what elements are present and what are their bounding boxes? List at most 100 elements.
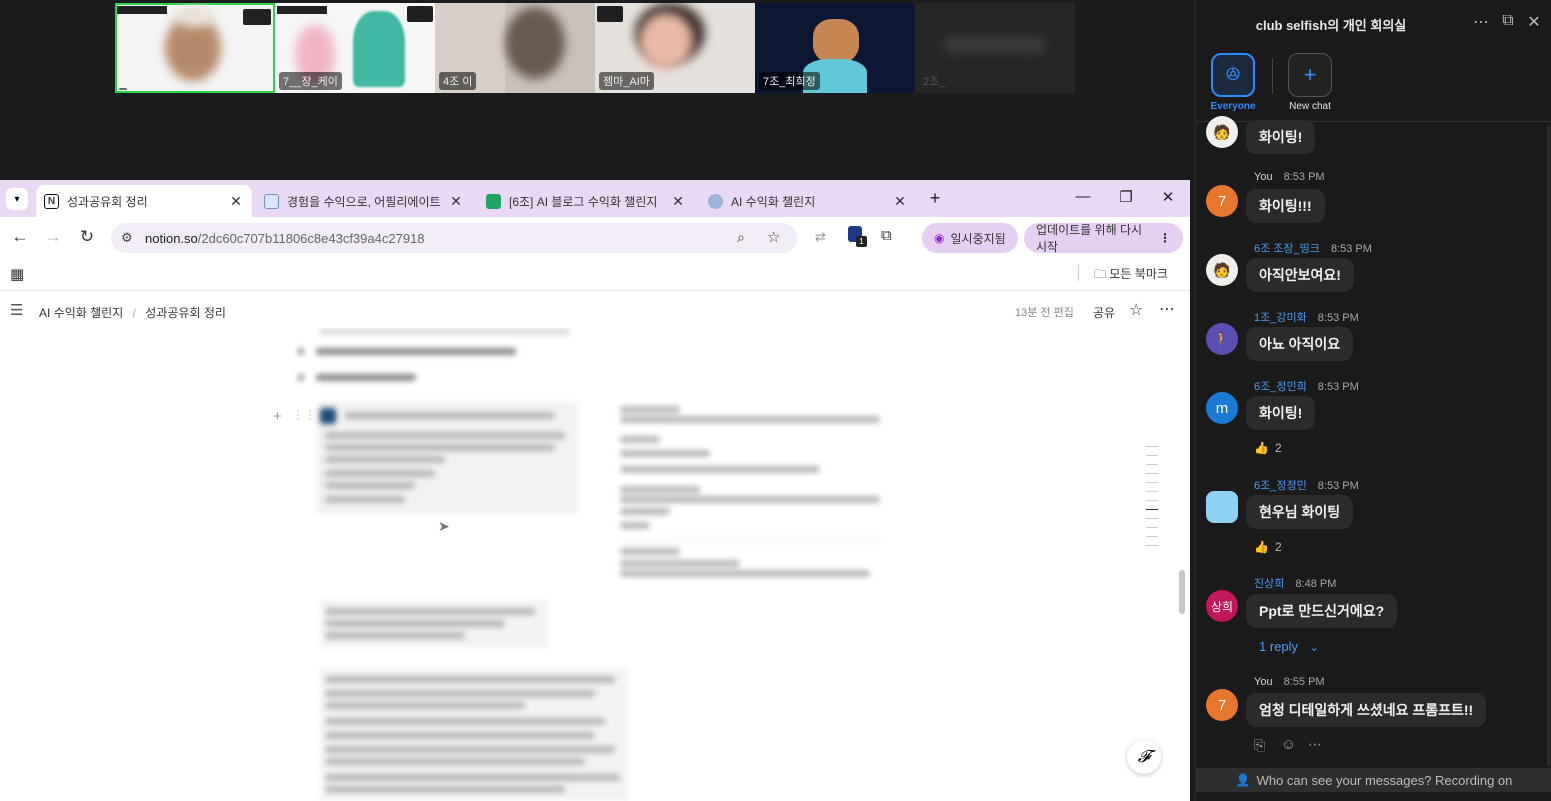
folder-icon: 🗀 bbox=[1094, 267, 1107, 281]
puzzle-icon[interactable]: ⧉ bbox=[881, 227, 892, 244]
hamburger-icon[interactable]: ☰ bbox=[10, 301, 23, 319]
address-bar[interactable]: ⚙ notion.so/2dc60c707b11806c8e43cf39a4c2… bbox=[111, 223, 797, 253]
close-icon[interactable]: ✕ bbox=[892, 193, 908, 210]
extension-badge: 1 bbox=[856, 236, 867, 247]
add-block-icon[interactable]: + bbox=[273, 408, 282, 425]
message-bubble[interactable]: Ppt로 만드신거에요? bbox=[1246, 594, 1398, 628]
message-meta: 1조_강미화 8:53 PM bbox=[1254, 309, 1359, 325]
back-button[interactable]: ← bbox=[10, 227, 30, 247]
add-reaction-icon[interactable]: ☺ bbox=[1281, 736, 1296, 753]
bookmarks-bar: ▦ 🗀 모든 북마크 bbox=[0, 257, 1190, 291]
tab-affiliate[interactable]: 경험을 수익으로, 어필리에이트 ✕ bbox=[256, 185, 472, 217]
privacy-notice[interactable]: 👤 Who can see your messages? Recording o… bbox=[1196, 768, 1551, 792]
timestamp: 8:55 PM bbox=[1283, 676, 1325, 688]
more-options-icon[interactable]: ⋯ bbox=[1471, 12, 1491, 32]
message-bubble[interactable]: 엄청 디테일하게 쓰셨네요 프롬프트!! bbox=[1246, 693, 1487, 727]
person-photo-icon: 🚶 bbox=[1213, 331, 1231, 346]
user-lock-icon: 👤 bbox=[1235, 773, 1251, 787]
new-chat-button[interactable]: + bbox=[1288, 53, 1332, 97]
message-meta: 6조_정민희 8:53 PM bbox=[1254, 378, 1359, 394]
avatar[interactable]: m bbox=[1206, 392, 1238, 424]
tab-performance-share[interactable]: N 성과공유회 정리 ✕ bbox=[36, 185, 252, 217]
avatar[interactable] bbox=[1206, 491, 1238, 523]
message-bubble[interactable]: 화이팅! bbox=[1246, 120, 1316, 154]
outline-minimap[interactable] bbox=[1146, 438, 1158, 618]
zoom-icon[interactable]: ⌕ bbox=[737, 229, 745, 246]
sender-name[interactable]: 진상희 bbox=[1254, 578, 1284, 590]
notion-icon: N bbox=[44, 193, 59, 209]
video-tile[interactable]: 7__장_케이 bbox=[275, 3, 435, 93]
avatar[interactable]: 🧑 bbox=[1206, 116, 1238, 148]
apps-grid-icon[interactable]: ▦ bbox=[10, 265, 24, 283]
video-tile[interactable]: 젬마_AI마 bbox=[595, 3, 755, 93]
share-button[interactable]: 공유 bbox=[1093, 304, 1115, 321]
message-bubble[interactable]: 화이팅!!! bbox=[1246, 189, 1325, 223]
tab-title: [6조] AI 블로그 수익화 챌린지 bbox=[509, 194, 658, 209]
all-bookmarks-button[interactable]: 🗀 모든 북마크 bbox=[1094, 265, 1168, 286]
star-icon[interactable]: ☆ bbox=[767, 228, 780, 246]
video-tile[interactable]: 2조_ bbox=[915, 3, 1075, 93]
message-bubble[interactable]: 아직안보여요! bbox=[1246, 258, 1354, 292]
timestamp: 8:48 PM bbox=[1295, 578, 1337, 590]
avatar[interactable]: 상희 bbox=[1206, 590, 1238, 622]
avatar[interactable]: 7 bbox=[1206, 689, 1238, 721]
sender-name[interactable]: 6조_정민희 bbox=[1254, 381, 1307, 393]
profile-paused-button[interactable]: ◉ 일시중지됨 bbox=[922, 223, 1018, 253]
privacy-notice-text: Who can see your messages? Recording on bbox=[1256, 772, 1513, 788]
video-tile[interactable]: 7조_최희정 bbox=[755, 3, 915, 93]
close-icon[interactable]: ✕ bbox=[1524, 12, 1544, 32]
avatar[interactable]: 🧑 bbox=[1206, 254, 1238, 286]
pop-out-icon[interactable]: ⧉ bbox=[1498, 12, 1518, 30]
site-settings-icon[interactable]: ⚙ bbox=[121, 230, 133, 246]
message-meta: 6조 조장_띵크 8:53 PM bbox=[1254, 240, 1372, 256]
close-icon[interactable]: ✕ bbox=[448, 193, 464, 210]
video-strip: 7__장_케이 4조 이 젬마_AI마 7조_최희정 2조_ bbox=[115, 3, 1075, 93]
close-icon[interactable]: ✕ bbox=[670, 193, 686, 210]
tab-blog-challenge[interactable]: [6조] AI 블로그 수익화 챌린지 ✕ bbox=[478, 185, 694, 217]
message-meta: You 8:55 PM bbox=[1254, 676, 1325, 688]
profile-icon: ◉ bbox=[934, 231, 945, 245]
breadcrumb-item[interactable]: AI 수익화 챌린지 bbox=[39, 306, 123, 320]
more-actions-icon[interactable]: ⋯ bbox=[1308, 736, 1322, 753]
chevron-down-icon: ⌄ bbox=[1309, 642, 1319, 654]
replies-link[interactable]: 1 reply ⌄ bbox=[1259, 639, 1319, 654]
update-restart-button[interactable]: 업데이트를 위해 다시 시작 ⋮ bbox=[1024, 223, 1183, 254]
everyone-chat-button[interactable]: ꔮ bbox=[1211, 53, 1255, 97]
reload-button[interactable]: ↻ bbox=[77, 227, 97, 247]
message-bubble[interactable]: 아뇨 아직이요 bbox=[1246, 327, 1354, 361]
restore-button[interactable]: ❐ bbox=[1116, 188, 1136, 206]
new-tab-button[interactable]: + bbox=[925, 188, 945, 209]
sender-name[interactable]: 1조_강미화 bbox=[1254, 312, 1307, 324]
translate-icon[interactable]: ⇄ bbox=[815, 229, 826, 245]
ai-face-icon: 𝓕 bbox=[1137, 747, 1151, 767]
sender-name[interactable]: 6조_정정민 bbox=[1254, 480, 1307, 492]
message-bubble[interactable]: 현우님 화이팅 bbox=[1246, 495, 1354, 529]
reaction-thumbs-up[interactable]: 👍 2 bbox=[1254, 540, 1282, 554]
message-bubble[interactable]: 화이팅! bbox=[1246, 396, 1316, 430]
reaction-thumbs-up[interactable]: 👍 2 bbox=[1254, 441, 1282, 455]
reply-thread-icon[interactable]: ⎘ bbox=[1254, 737, 1265, 754]
window-close-button[interactable]: ✕ bbox=[1158, 188, 1178, 206]
chat-scrollbar[interactable] bbox=[1547, 126, 1550, 766]
sender-name[interactable]: 6조 조장_띵크 bbox=[1254, 243, 1320, 255]
chevron-down-icon: ▾ bbox=[14, 193, 20, 205]
close-icon[interactable]: ✕ bbox=[228, 193, 244, 210]
more-options-icon[interactable]: ⋯ bbox=[1159, 299, 1175, 319]
favorite-star-icon[interactable]: ☆ bbox=[1129, 300, 1143, 320]
avatar[interactable]: 🚶 bbox=[1206, 323, 1238, 355]
minimize-button[interactable]: — bbox=[1073, 188, 1093, 205]
tab-search-button[interactable]: ▾ bbox=[6, 188, 28, 210]
page-scrollbar[interactable] bbox=[1178, 334, 1186, 796]
drag-handle-icon[interactable]: ⋮⋮ bbox=[292, 408, 316, 422]
message-meta: You 8:53 PM bbox=[1254, 171, 1325, 183]
chart-icon bbox=[264, 193, 279, 209]
tab-ai-challenge[interactable]: AI 수익화 챌린지 ✕ bbox=[700, 185, 916, 217]
chat-title: club selfish의 개인 회의실 bbox=[1255, 18, 1407, 33]
notion-ai-button[interactable]: 𝓕 bbox=[1127, 740, 1161, 774]
forward-button[interactable]: → bbox=[43, 227, 63, 247]
timestamp: 8:53 PM bbox=[1317, 381, 1359, 393]
video-tile[interactable] bbox=[115, 3, 275, 93]
video-tile[interactable]: 4조 이 bbox=[435, 3, 595, 93]
breadcrumb-item[interactable]: 성과공유회 정리 bbox=[145, 306, 226, 320]
avatar[interactable]: 7 bbox=[1206, 185, 1238, 217]
